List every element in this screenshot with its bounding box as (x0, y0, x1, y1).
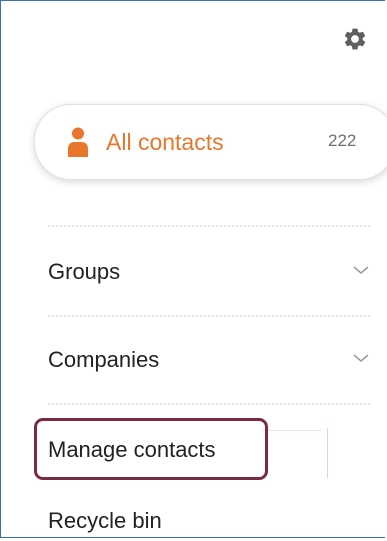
groups-item[interactable]: Groups (48, 252, 370, 292)
contacts-count: 222 (328, 131, 357, 150)
divider (48, 225, 370, 227)
divider (48, 403, 370, 405)
companies-label: Companies (48, 347, 160, 372)
chevron-down-icon (353, 354, 369, 363)
all-contacts-button[interactable]: All contacts 222 (34, 104, 387, 180)
highlight-box (34, 418, 268, 480)
divider (48, 315, 370, 317)
chevron-down-icon (353, 266, 369, 275)
recycle-bin-label: Recycle bin (48, 508, 162, 533)
groups-label: Groups (48, 259, 121, 284)
companies-item[interactable]: Companies (48, 340, 370, 380)
all-contacts-label: All contacts (106, 128, 224, 155)
person-icon (68, 127, 88, 157)
recycle-bin-item[interactable]: Recycle bin (48, 501, 370, 541)
gear-icon (344, 28, 366, 50)
settings-button[interactable] (340, 24, 370, 54)
